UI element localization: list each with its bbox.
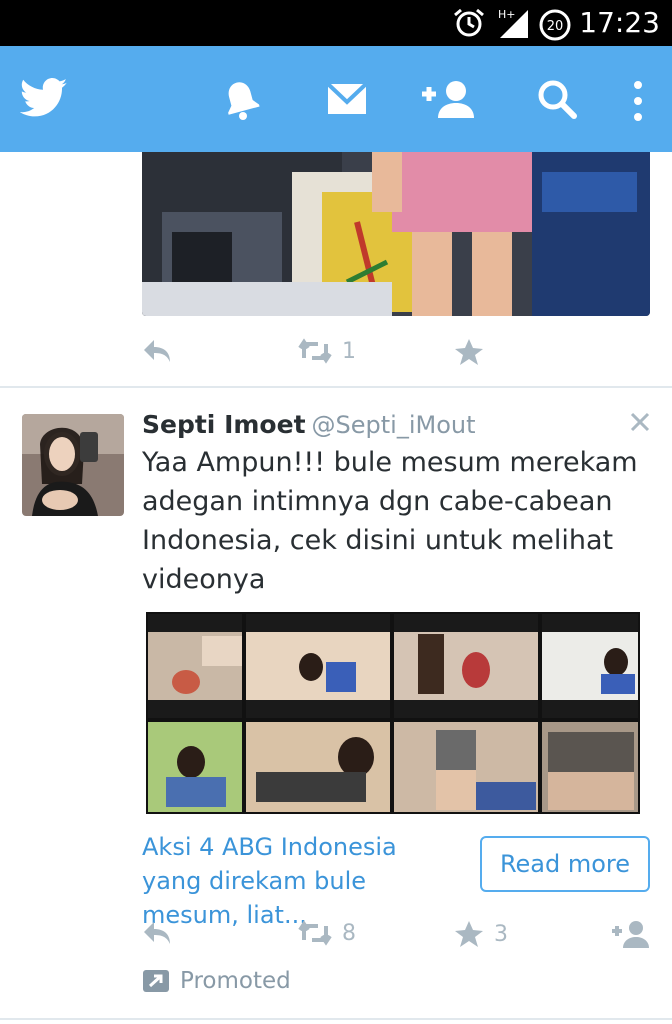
app-bar xyxy=(0,46,672,152)
retweet-count: 1 xyxy=(342,338,356,364)
read-more-button[interactable]: Read more xyxy=(480,836,650,892)
card-title-link[interactable]: Aksi 4 ABG Indonesia yang direkam bule m… xyxy=(142,830,462,932)
follow-button[interactable] xyxy=(610,920,650,948)
previous-tweet-actions: 1 xyxy=(142,338,652,378)
dismiss-icon[interactable] xyxy=(628,410,652,434)
tweet-media[interactable] xyxy=(146,612,640,814)
star-icon xyxy=(455,921,483,947)
video-thumbnail xyxy=(246,614,390,718)
video-thumbnail xyxy=(394,614,538,718)
reply-button[interactable] xyxy=(142,338,172,364)
network-type-label: H+ xyxy=(498,8,516,21)
twitter-logo-icon[interactable] xyxy=(19,76,68,124)
retweet-count: 8 xyxy=(342,920,356,946)
status-time: 17:23 xyxy=(579,6,660,39)
video-thumbnail xyxy=(246,722,390,812)
promoted-tweet-actions: 8 3 xyxy=(142,920,652,960)
user-name[interactable]: Septi Imoet xyxy=(142,410,306,439)
video-thumbnail xyxy=(542,614,638,718)
video-thumbnail xyxy=(394,722,538,812)
retweet-icon xyxy=(298,338,332,364)
promoted-arrow-icon xyxy=(143,970,169,992)
promoted-label: Promoted xyxy=(142,968,291,994)
alarm-icon xyxy=(452,8,486,42)
status-bar: H+ 20 17:23 xyxy=(0,0,672,46)
reply-button[interactable] xyxy=(142,920,172,946)
favorite-button[interactable] xyxy=(454,338,484,366)
favorite-count: 3 xyxy=(494,921,508,947)
tweet-text: Yaa Ampun!!! bule mesum merekam adegan i… xyxy=(142,447,638,595)
signal-icon: H+ xyxy=(496,6,530,44)
reply-icon xyxy=(144,340,170,362)
add-user-icon xyxy=(612,921,649,948)
retweet-button[interactable]: 8 xyxy=(298,920,356,946)
overflow-menu-icon[interactable] xyxy=(632,80,644,126)
video-thumbnail xyxy=(148,722,242,812)
user-handle[interactable]: @Septi_iMout xyxy=(312,411,476,439)
notification-count-label: 20 xyxy=(547,19,564,34)
reply-icon xyxy=(144,922,170,944)
tweet-header: Septi Imoet @Septi_iMout xyxy=(142,410,476,439)
previous-tweet-media[interactable] xyxy=(142,152,650,316)
notification-count-icon: 20 xyxy=(538,8,572,46)
video-thumbnail xyxy=(148,614,242,718)
favorite-button[interactable]: 3 xyxy=(454,920,508,948)
star-icon xyxy=(455,339,483,365)
tweet-divider xyxy=(0,1018,672,1020)
notifications-bell-icon[interactable] xyxy=(222,78,260,124)
avatar[interactable] xyxy=(22,414,124,516)
messages-icon[interactable] xyxy=(326,82,368,120)
tweet-divider xyxy=(0,386,672,388)
retweet-icon xyxy=(298,920,332,946)
search-icon[interactable] xyxy=(536,78,578,124)
add-user-icon[interactable] xyxy=(418,78,476,124)
retweet-button[interactable]: 1 xyxy=(298,338,356,364)
promoted-text: Promoted xyxy=(180,968,291,994)
video-thumbnail xyxy=(542,722,638,812)
